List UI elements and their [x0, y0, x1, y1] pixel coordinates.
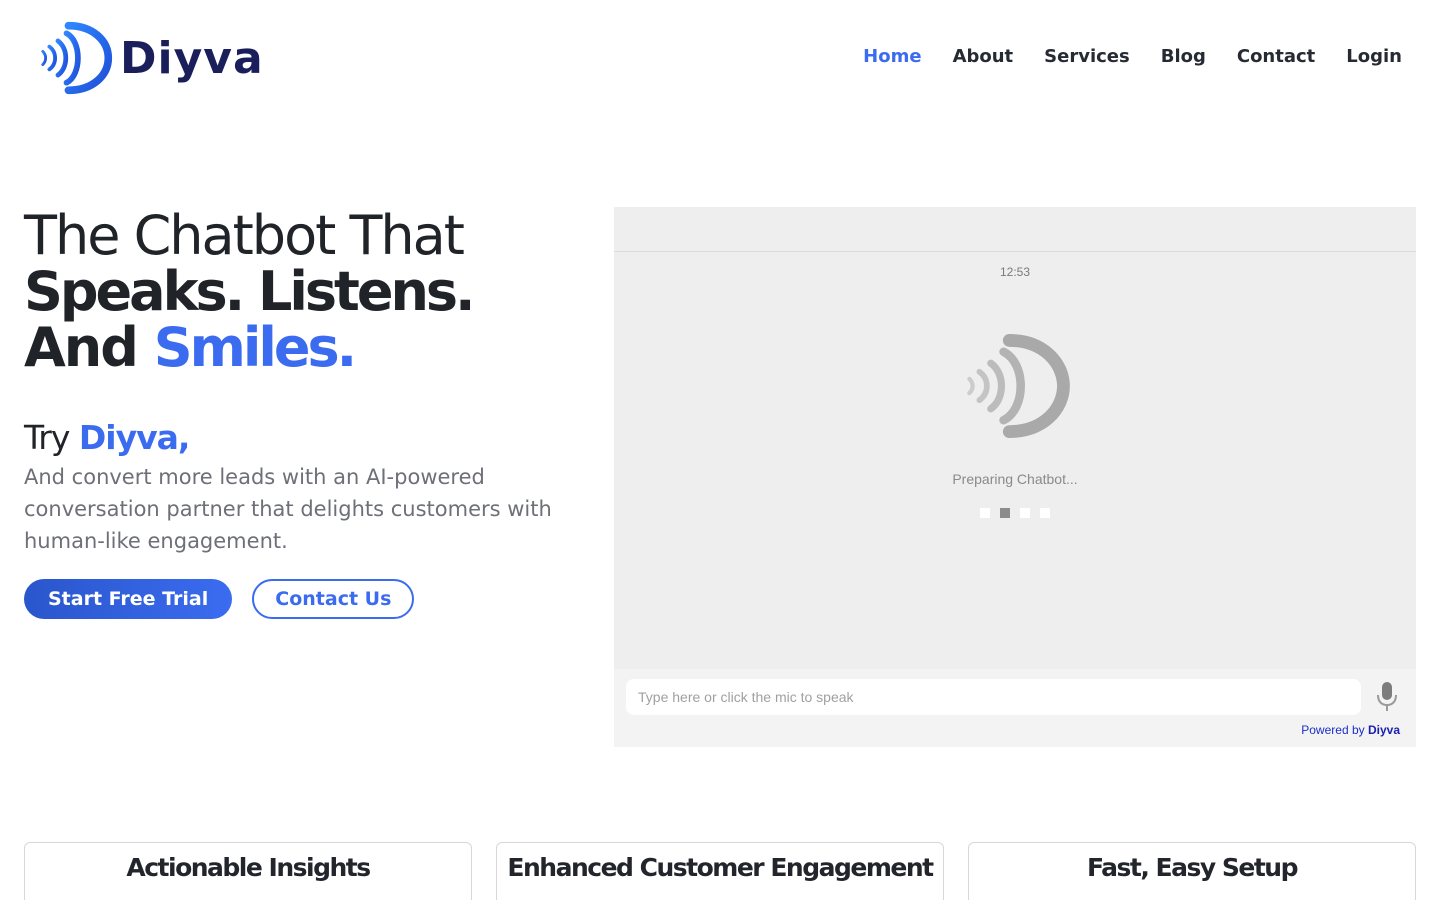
powered-prefix: Powered by [1301, 723, 1365, 737]
headline-highlight: Smiles. [153, 316, 357, 379]
hero-headline: The Chatbot That Speaks. Listens. And Sm… [24, 208, 584, 376]
chat-timestamp: 12:53 [999, 265, 1031, 279]
chat-footer: Powered by Diyva [614, 669, 1416, 747]
feature-title: Actionable Insights [126, 853, 371, 882]
chat-status-text: Preparing Chatbot... [952, 471, 1078, 487]
chat-top-bar [614, 207, 1416, 252]
headline-line-3-prefix: And [24, 316, 139, 379]
feature-card: Actionable Insights [24, 842, 472, 900]
chat-message-input[interactable] [626, 679, 1361, 715]
main-nav: Home About Services Blog Contact Login [832, 46, 1402, 67]
headline-line-2: Speaks. Listens. [24, 260, 476, 323]
feature-title: Fast, Easy Setup [1087, 853, 1298, 882]
chatbot-widget: 12:53 Preparing Chatbot... Powered by Di… [614, 207, 1416, 747]
hero-description: And convert more leads with an AI-powere… [24, 465, 552, 553]
diyva-logo-icon [41, 21, 113, 95]
feature-title: Enhanced Customer Engagement [507, 853, 934, 882]
feature-card: Enhanced Customer Engagement [496, 842, 944, 900]
loading-dots [980, 508, 1050, 518]
nav-contact[interactable]: Contact [1237, 46, 1315, 67]
try-prefix: Try [24, 418, 70, 457]
nav-home[interactable]: Home [863, 46, 921, 67]
nav-services[interactable]: Services [1044, 46, 1130, 67]
nav-about[interactable]: About [953, 46, 1014, 67]
brand-logo[interactable]: Diyva [38, 20, 264, 96]
start-free-trial-button[interactable]: Start Free Trial [24, 579, 233, 619]
site-header: Diyva Home About Services Blog Contact L… [0, 0, 1440, 120]
feature-card: Fast, Easy Setup [968, 842, 1416, 900]
powered-brand[interactable]: Diyva [1368, 723, 1400, 737]
powered-by: Powered by Diyva [1301, 723, 1400, 737]
brand-name: Diyva [120, 32, 264, 84]
loading-dot [1000, 508, 1010, 518]
cta-row: Start Free Trial Contact Us [24, 579, 584, 619]
loading-dot [980, 508, 990, 518]
headline-line-1: The Chatbot That [24, 204, 465, 267]
feature-cards: Actionable Insights Enhanced Customer En… [24, 842, 1416, 900]
loading-dot [1020, 508, 1030, 518]
microphone-icon[interactable] [1374, 681, 1400, 713]
contact-us-button[interactable]: Contact Us [252, 579, 415, 619]
nav-blog[interactable]: Blog [1161, 46, 1206, 67]
hero-section: The Chatbot That Speaks. Listens. And Sm… [24, 208, 584, 619]
try-highlight: Diyva, [78, 418, 191, 457]
try-heading: Try Diyva, [24, 418, 584, 457]
nav-login[interactable]: Login [1346, 46, 1402, 67]
diyva-logo-icon [967, 333, 1070, 439]
loading-dot [1040, 508, 1050, 518]
headline-line-3: And Smiles. [24, 320, 584, 376]
